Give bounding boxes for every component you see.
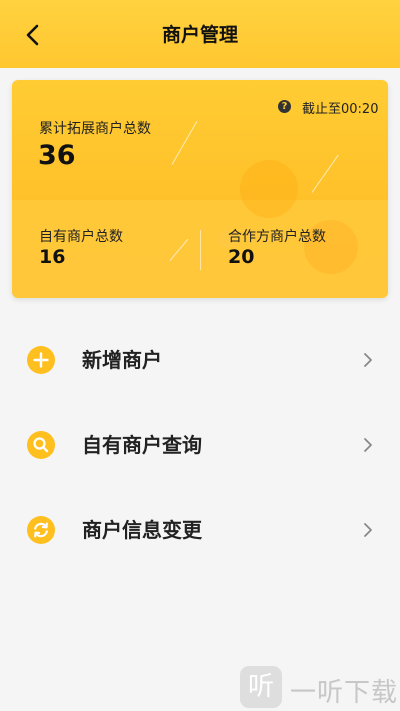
decor-circle xyxy=(240,160,298,218)
partner-merchants-value: 20 xyxy=(228,246,255,268)
own-merchants-label: 自有商户总数 xyxy=(39,229,123,245)
plus-circle-icon xyxy=(27,346,55,374)
menu-item-change-merchant-info[interactable]: 商户信息变更 xyxy=(0,494,400,566)
chevron-right-icon xyxy=(364,523,372,537)
watermark-logo: 听 xyxy=(240,666,282,708)
search-circle-icon xyxy=(27,431,55,459)
deadline-text: 截止至00:20 xyxy=(302,102,379,117)
chevron-right-icon xyxy=(364,438,372,452)
refresh-circle-icon xyxy=(27,516,55,544)
decor-line xyxy=(311,154,339,193)
menu-item-label: 自有商户查询 xyxy=(82,433,202,457)
header-bar: 商户管理 xyxy=(0,0,400,68)
question-circle-icon[interactable]: ? xyxy=(278,100,291,113)
menu-item-label: 商户信息变更 xyxy=(82,518,202,542)
menu-item-add-merchant[interactable]: 新增商户 xyxy=(0,324,400,396)
total-merchants-value: 36 xyxy=(38,140,76,171)
divider xyxy=(200,230,201,270)
summary-card: ? 截止至00:20 累计拓展商户总数 36 自有商户总数 16 合作方商户总数… xyxy=(12,80,388,298)
own-merchants-value: 16 xyxy=(39,246,66,268)
decor-line xyxy=(171,120,198,165)
chevron-right-icon xyxy=(364,353,372,367)
menu-item-query-merchants[interactable]: 自有商户查询 xyxy=(0,409,400,481)
partner-merchants-label: 合作方商户总数 xyxy=(228,229,326,245)
menu-item-label: 新增商户 xyxy=(82,348,162,372)
total-merchants-label: 累计拓展商户总数 xyxy=(39,121,151,137)
watermark-logo-glyph: 听 xyxy=(247,672,274,702)
watermark-text: 一听下载 xyxy=(290,678,399,708)
page-title: 商户管理 xyxy=(161,24,238,46)
